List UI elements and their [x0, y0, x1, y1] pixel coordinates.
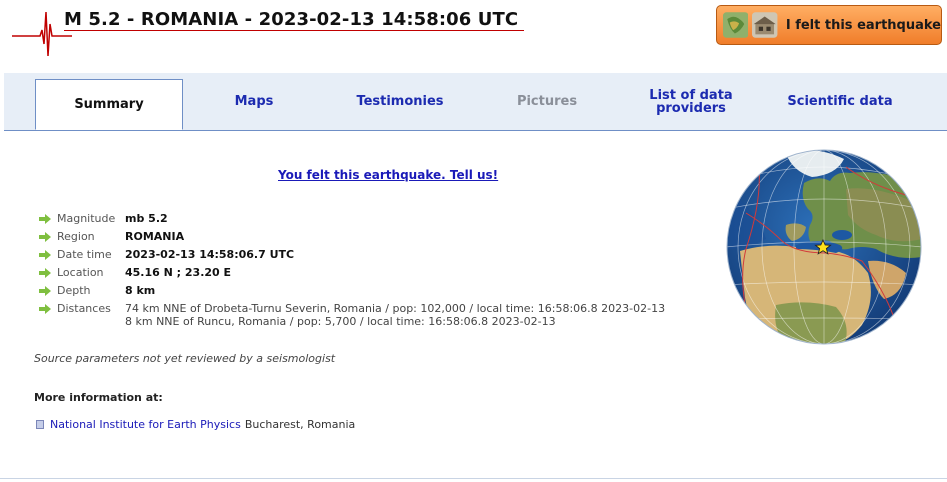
param-row-date-time: Date time 2023-02-13 14:58:06.7 UTC: [38, 247, 665, 265]
param-row-magnitude: Magnitude mb 5.2: [38, 211, 665, 229]
param-row-region: Region ROMANIA: [38, 229, 665, 247]
green-arrow-icon: [39, 286, 51, 296]
title-underline: [64, 30, 524, 31]
page-title: M 5.2 - ROMANIA - 2023-02-13 14:58:06 UT…: [64, 9, 519, 30]
map-thumbnail-icon: [723, 12, 749, 38]
distances-value: 74 km NNE of Drobeta-Turnu Severin, Roma…: [125, 301, 665, 328]
review-note: Source parameters not yet reviewed by a …: [34, 352, 336, 365]
source-link[interactable]: National Institute for Earth Physics: [50, 418, 241, 431]
info-source-item: National Institute for Earth Physics Buc…: [36, 418, 355, 431]
param-label: Magnitude: [57, 212, 116, 225]
param-value: 2023-02-13 14:58:06.7 UTC: [125, 248, 295, 261]
param-row-distances: Distances 74 km NNE of Drobeta-Turnu Sev…: [38, 301, 665, 335]
more-info-heading: More information at:: [34, 391, 163, 404]
param-value: 8 km: [125, 284, 156, 297]
footer-divider: [0, 478, 947, 479]
green-arrow-icon: [39, 214, 51, 224]
param-label: Depth: [57, 284, 91, 297]
house-photo-icon: [752, 12, 778, 38]
source-location: Bucharest, Romania: [244, 418, 356, 431]
tab-scientific-data[interactable]: Scientific data: [770, 73, 910, 130]
seismogram-logo-icon: [12, 11, 72, 57]
tab-bar: Summary Maps Testimonies Pictures List o…: [4, 73, 947, 131]
param-label: Distances: [57, 302, 111, 315]
green-arrow-icon: [39, 232, 51, 242]
param-label: Date time: [57, 248, 112, 261]
green-arrow-icon: [39, 250, 51, 260]
param-row-location: Location 45.16 N ; 23.20 E: [38, 265, 665, 283]
felt-earthquake-button[interactable]: I felt this earthquake: [716, 5, 942, 45]
param-label: Region: [57, 230, 95, 243]
distance-line: 8 km NNE of Runcu, Romania / pop: 5,700 …: [125, 315, 556, 328]
tab-summary[interactable]: Summary: [35, 79, 183, 130]
tab-list-of-data-providers[interactable]: List of data providers: [628, 73, 754, 130]
param-value: ROMANIA: [125, 230, 185, 243]
felt-button-label: I felt this earthquake: [785, 17, 941, 33]
param-label: Location: [57, 266, 104, 279]
tab-pictures[interactable]: Pictures: [482, 73, 612, 130]
tell-us-link[interactable]: You felt this earthquake. Tell us!: [278, 168, 498, 182]
distance-line: 74 km NNE of Drobeta-Turnu Severin, Roma…: [125, 302, 666, 315]
param-value: mb 5.2: [125, 212, 168, 225]
parameters-list: Magnitude mb 5.2 Region ROMANIA Date tim…: [38, 211, 665, 335]
param-row-depth: Depth 8 km: [38, 283, 665, 301]
green-arrow-icon: [39, 304, 51, 314]
document-icon: [36, 420, 44, 429]
globe-map-icon[interactable]: [726, 149, 922, 345]
green-arrow-icon: [39, 268, 51, 278]
param-value: 45.16 N ; 23.20 E: [125, 266, 232, 279]
tab-testimonies[interactable]: Testimonies: [334, 73, 466, 130]
tab-maps[interactable]: Maps: [194, 73, 314, 130]
